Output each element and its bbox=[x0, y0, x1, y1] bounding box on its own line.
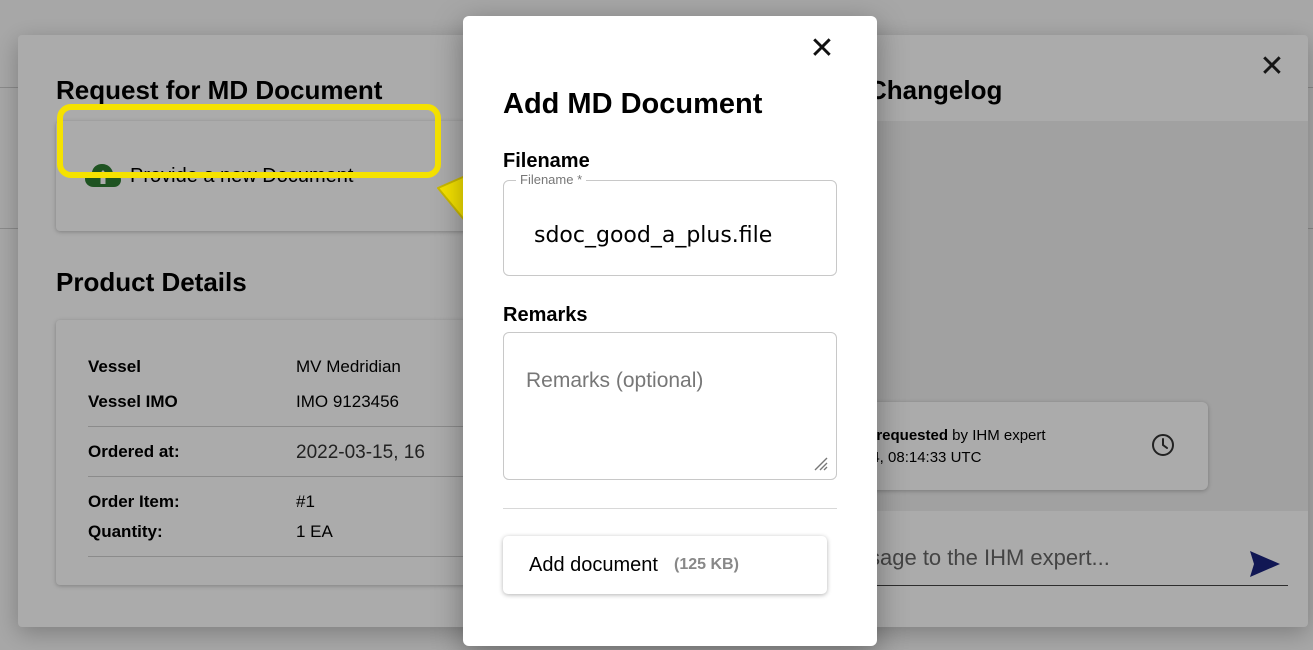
resize-handle-icon[interactable] bbox=[812, 455, 828, 471]
filename-value: sdoc_good_a_plus.file bbox=[534, 223, 773, 248]
file-size-badge: (125 KB) bbox=[673, 556, 739, 573]
add-md-document-modal: ✕ Add MD Document Filename Filename * sd… bbox=[463, 16, 877, 646]
remarks-label: Remarks bbox=[503, 304, 588, 326]
modal-divider bbox=[503, 508, 837, 509]
filename-float-label: Filename * bbox=[516, 172, 587, 187]
remarks-placeholder: Remarks (optional) bbox=[526, 369, 704, 392]
filename-field[interactable]: Filename * sdoc_good_a_plus.file bbox=[503, 172, 837, 276]
highlight-annotation bbox=[57, 104, 441, 178]
modal-title: Add MD Document bbox=[503, 88, 763, 120]
close-icon[interactable]: ✕ bbox=[805, 32, 839, 66]
filename-label: Filename bbox=[503, 150, 590, 172]
add-document-label: Add document bbox=[529, 553, 658, 576]
add-document-button[interactable]: Add document (125 KB) bbox=[503, 536, 827, 594]
remarks-textarea[interactable]: Remarks (optional) bbox=[503, 332, 837, 480]
